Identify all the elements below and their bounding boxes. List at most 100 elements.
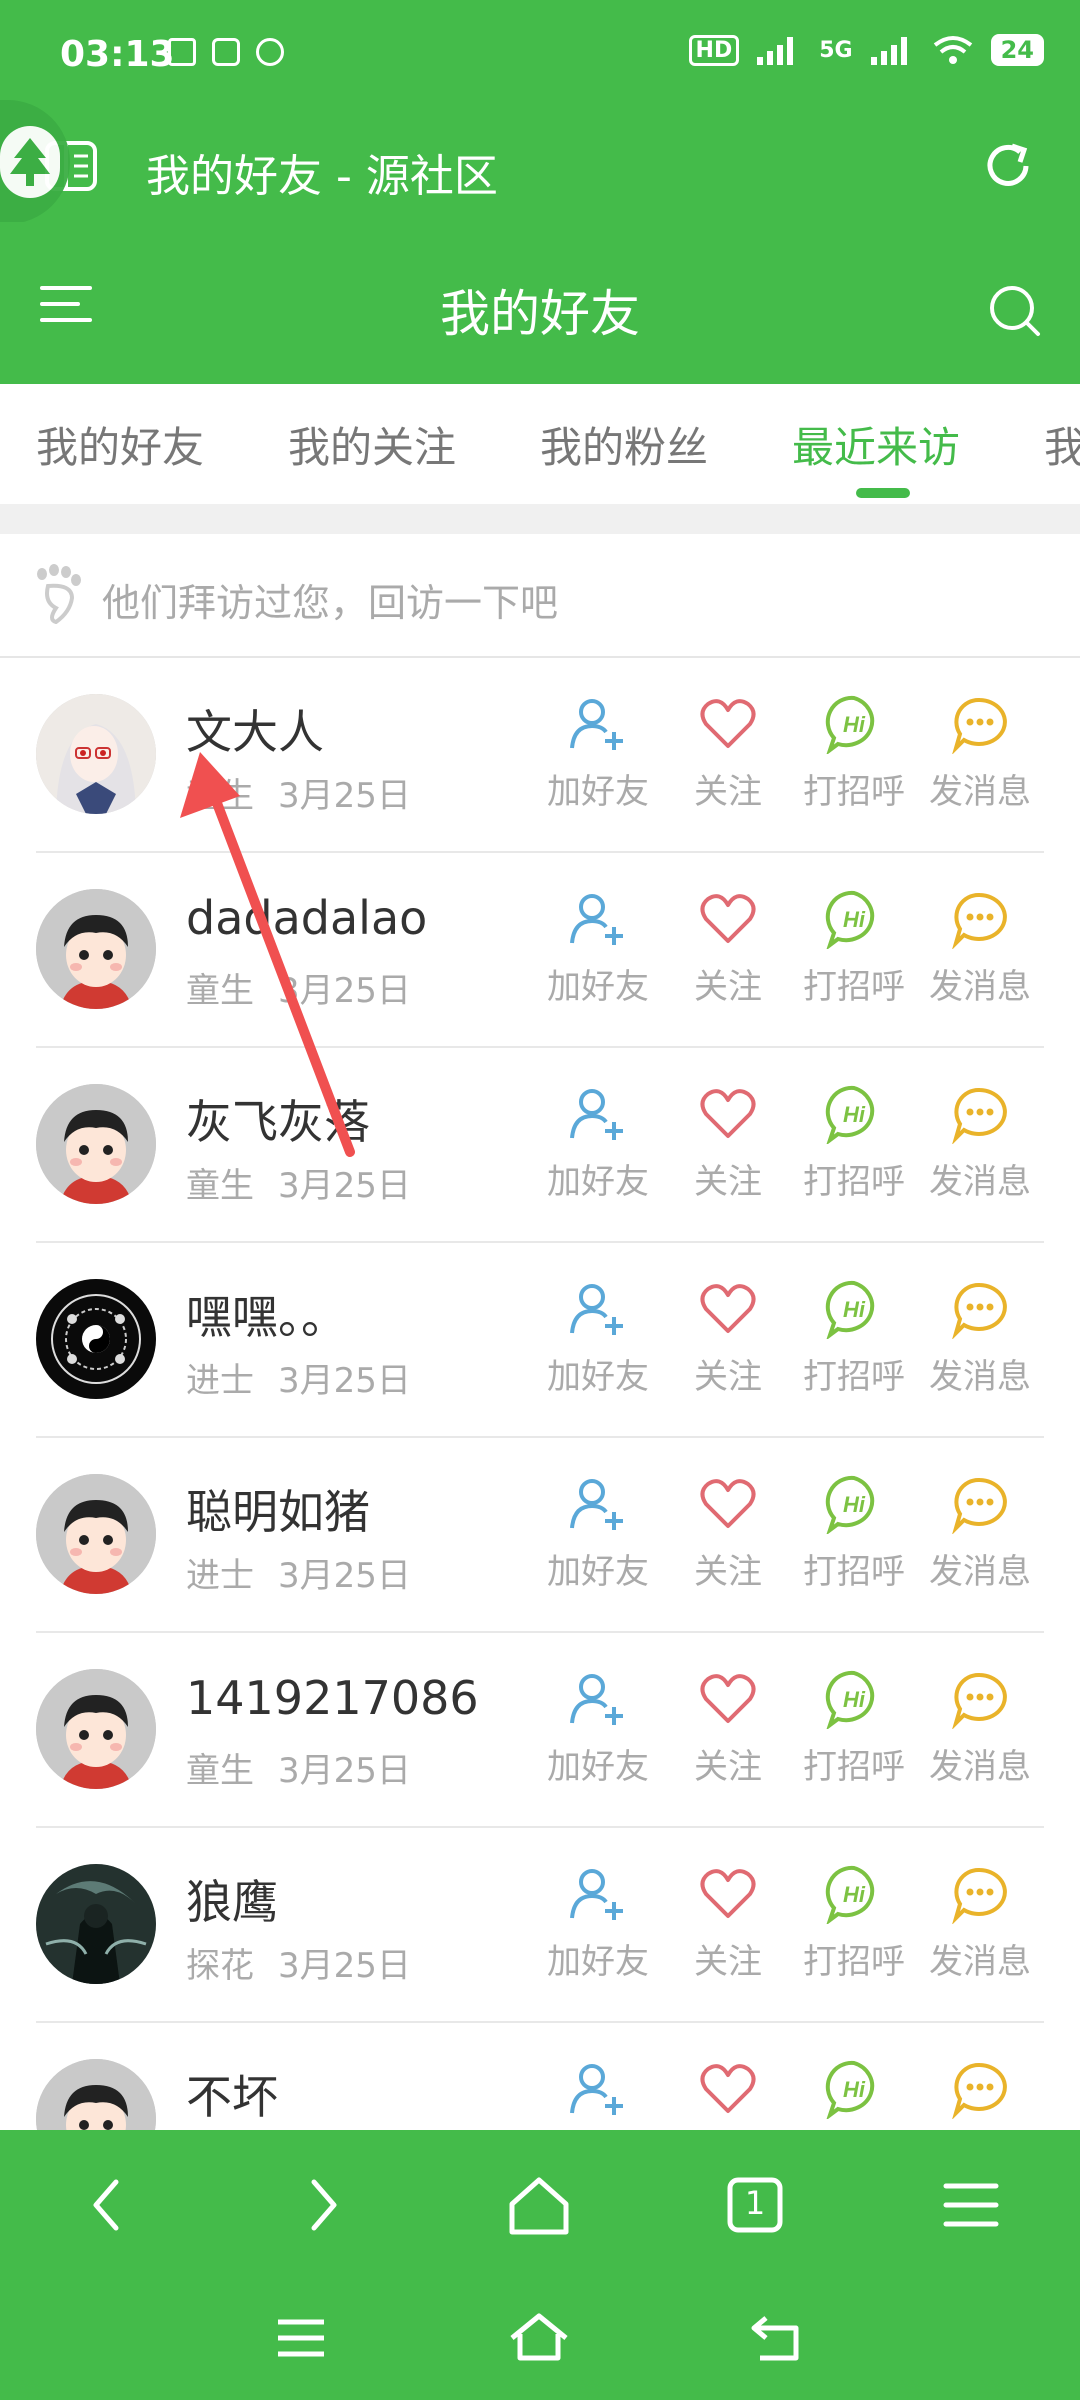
add-friend-button[interactable]: 加好友: [538, 1474, 658, 1593]
greet-button[interactable]: Hi 打招呼: [794, 1279, 914, 1398]
page-title: 我的好友: [440, 285, 640, 343]
avatar[interactable]: [36, 1474, 156, 1594]
avatar[interactable]: [36, 1279, 156, 1399]
visitor-name[interactable]: 文大人: [186, 696, 324, 762]
visit-date: 3月25日: [278, 971, 411, 1011]
add-friend-button[interactable]: 加好友: [538, 889, 658, 1008]
follow-button[interactable]: 关注: [668, 694, 788, 813]
visitor-meta: 童生 3月25日: [186, 1743, 411, 1792]
follow-button[interactable]: 关注: [668, 1279, 788, 1398]
send-message-button[interactable]: 发消息: [920, 889, 1040, 1008]
list-item[interactable]: dadadalao 童生 3月25日 加好友 关注 Hi 打招呼 发消息: [0, 853, 1080, 1048]
visitor-name[interactable]: 狼鹰: [186, 1866, 278, 1932]
follow-icon: [668, 694, 788, 754]
add-friend-button[interactable]: 加好友: [538, 1864, 658, 1983]
add-friend-button[interactable]: 加好友: [538, 1084, 658, 1203]
greet-icon: Hi: [794, 1084, 914, 1144]
visit-date: 3月25日: [278, 1946, 411, 1986]
sync-icon: [256, 38, 284, 66]
avatar[interactable]: [36, 889, 156, 1009]
visitor-name[interactable]: 不坏: [186, 2061, 278, 2127]
follow-button[interactable]: 关注: [668, 1864, 788, 1983]
follow-icon: [668, 2059, 788, 2119]
back-icon[interactable]: [72, 2170, 142, 2240]
visitor-name[interactable]: 1419217086: [186, 1671, 479, 1725]
browser-toolbar: 1: [0, 2130, 1080, 2280]
send-message-button[interactable]: 发消息: [920, 1084, 1040, 1203]
add-friend-button[interactable]: 加好友: [538, 694, 658, 813]
greet-button[interactable]: Hi 打招呼: [794, 1864, 914, 1983]
send-message-button[interactable]: 发消息: [920, 1864, 1040, 1983]
greet-label: 打招呼: [803, 967, 905, 1007]
send-message-button[interactable]: 发消息: [920, 1474, 1040, 1593]
recents-icon[interactable]: [270, 2310, 332, 2366]
add-friend-label: 加好友: [547, 1747, 649, 1787]
avatar[interactable]: [36, 1669, 156, 1789]
notification-icons: [168, 38, 284, 66]
greet-button[interactable]: Hi 打招呼: [794, 889, 914, 1008]
send-message-icon: [920, 2059, 1040, 2119]
greet-icon: Hi: [794, 1864, 914, 1924]
follow-button[interactable]: 关注: [668, 1474, 788, 1593]
add-friend-icon: [538, 1474, 658, 1534]
send-message-label: 发消息: [929, 1747, 1031, 1787]
app-notification-icon: [212, 38, 240, 66]
avatar[interactable]: [36, 1864, 156, 1984]
tab-count: 1: [744, 2184, 766, 2222]
tab-more[interactable]: 我: [1044, 414, 1080, 475]
send-message-button[interactable]: 发消息: [920, 1279, 1040, 1398]
volume-icon: [168, 38, 196, 66]
list-item[interactable]: 1419217086 童生 3月25日 加好友 关注 Hi 打招呼 发消息: [0, 1633, 1080, 1828]
follow-label: 关注: [694, 1357, 762, 1397]
status-time: 03:13: [60, 34, 175, 75]
tab-fans[interactable]: 我的粉丝: [540, 414, 708, 475]
add-friend-button[interactable]: 加好友: [538, 1279, 658, 1398]
avatar[interactable]: [36, 1084, 156, 1204]
list-item[interactable]: 灰飞灰落 童生 3月25日 加好友 关注 Hi 打招呼 发消息: [0, 1048, 1080, 1243]
avatar[interactable]: [36, 694, 156, 814]
add-friend-button[interactable]: 加好友: [538, 1669, 658, 1788]
send-message-label: 发消息: [929, 967, 1031, 1007]
greet-button[interactable]: Hi 打招呼: [794, 1084, 914, 1203]
follow-button[interactable]: 关注: [668, 889, 788, 1008]
greet-icon: Hi: [794, 1279, 914, 1339]
list-item[interactable]: 文大人 童生 3月25日 加好友 关注 Hi 打招呼 发消息: [0, 658, 1080, 853]
greet-button[interactable]: Hi 打招呼: [794, 1669, 914, 1788]
visit-date: 3月25日: [278, 1751, 411, 1791]
forward-icon[interactable]: [288, 2170, 358, 2240]
browser-menu-icon[interactable]: [936, 2170, 1006, 2240]
visitor-rank: 童生: [186, 1166, 254, 1206]
visitor-name[interactable]: 灰飞灰落: [186, 1086, 370, 1152]
visitor-rank: 探花: [186, 1946, 254, 1986]
home-icon[interactable]: [504, 2170, 574, 2240]
visitor-meta: 进士 3月25日: [186, 1548, 411, 1597]
add-friend-icon: [538, 1279, 658, 1339]
status-right-icons: HD 5G 24: [688, 34, 1044, 66]
add-friend-label: 加好友: [547, 772, 649, 812]
refresh-icon[interactable]: [980, 138, 1036, 194]
follow-button[interactable]: 关注: [668, 1669, 788, 1788]
tabs-button[interactable]: 1: [720, 2170, 790, 2240]
list-item[interactable]: 狼鹰探花 3月25日 加好友 关注 Hi 打招呼 发消息: [0, 1828, 1080, 2023]
system-back-icon[interactable]: [748, 2310, 810, 2366]
follow-button[interactable]: 关注: [668, 1084, 788, 1203]
tab-my-friends[interactable]: 我的好友: [36, 414, 204, 475]
send-message-button[interactable]: 发消息: [920, 1669, 1040, 1788]
visitor-name[interactable]: 嘿嘿。。: [186, 1281, 347, 1347]
visitor-name[interactable]: dadadalao: [186, 891, 427, 945]
hint-text: 他们拜访过您，回访一下吧: [102, 581, 559, 625]
send-message-button[interactable]: 发消息: [920, 694, 1040, 813]
greet-button[interactable]: Hi 打招呼: [794, 694, 914, 813]
follow-icon: [668, 889, 788, 949]
hd-icon: HD: [688, 34, 740, 66]
battery-indicator: 24: [990, 34, 1044, 66]
greet-button[interactable]: Hi 打招呼: [794, 1474, 914, 1593]
system-home-icon[interactable]: [508, 2310, 570, 2366]
list-item[interactable]: 嘿嘿。。 进士 3月25日 加好友 关注 Hi 打招呼 发消息: [0, 1243, 1080, 1438]
search-icon[interactable]: [986, 282, 1042, 338]
tab-recent-visitors[interactable]: 最近来访: [792, 414, 960, 475]
follow-icon: [668, 1084, 788, 1144]
visitor-name[interactable]: 聪明如猪: [186, 1476, 370, 1542]
tab-following[interactable]: 我的关注: [288, 414, 456, 475]
list-item[interactable]: 聪明如猪进士 3月25日 加好友 关注 Hi 打招呼 发消息: [0, 1438, 1080, 1633]
